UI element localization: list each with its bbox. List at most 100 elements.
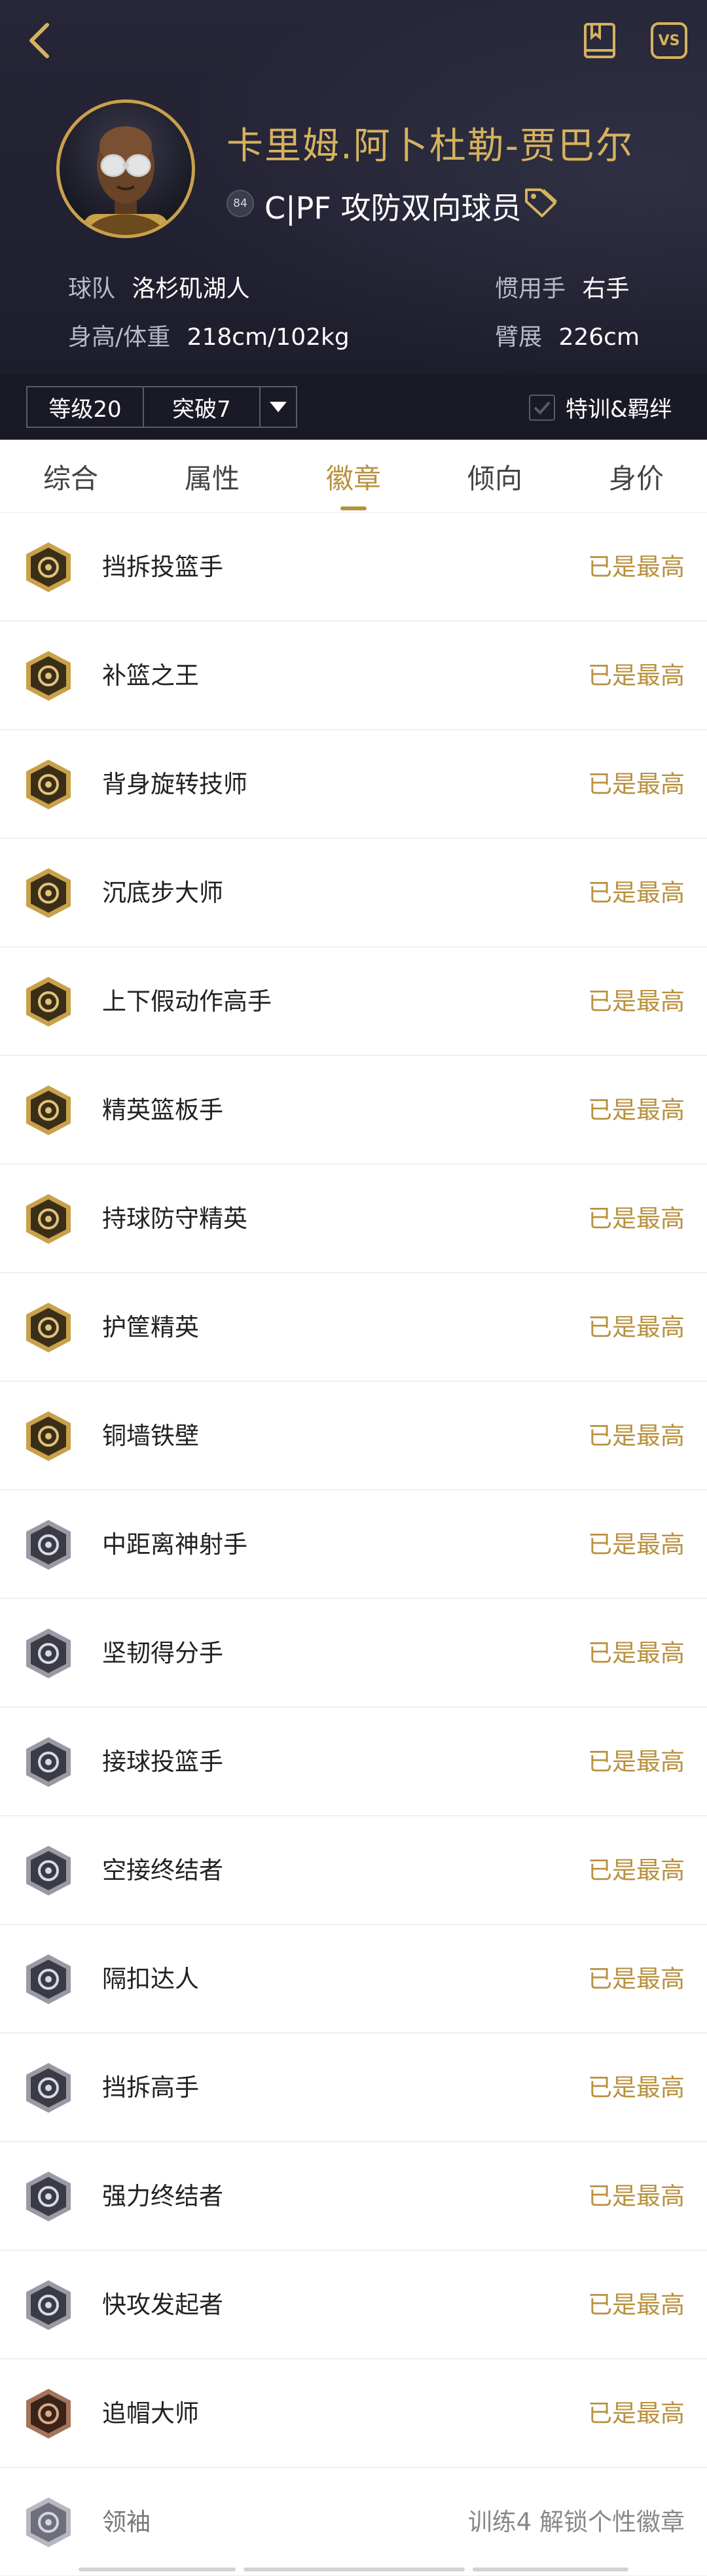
badge-name: 铜墙铁壁: [102, 1422, 199, 1450]
caret-down-icon: [270, 402, 287, 412]
badge-status: 已是最高: [588, 987, 685, 1015]
badge-row[interactable]: 中距离神射手 已是最高: [0, 1491, 707, 1599]
hand-value: 右手: [582, 275, 630, 302]
crown-icon: [22, 2496, 75, 2549]
badge-row[interactable]: 铜墙铁壁 已是最高: [0, 1382, 707, 1491]
badge-row[interactable]: 精英篮板手 已是最高: [0, 1056, 707, 1165]
tab-label: 身价: [608, 462, 664, 495]
back-button[interactable]: [18, 20, 60, 62]
player-name: 卡里姆.阿卜杜勒-贾巴尔: [227, 125, 634, 168]
badge-status: 已是最高: [588, 1639, 685, 1667]
wingspan-info: 臂展 226cm: [495, 318, 640, 352]
dunk-icon: [22, 1953, 75, 2005]
tab-value[interactable]: 身价: [566, 440, 707, 513]
player-portrait: [83, 126, 168, 235]
level-cell[interactable]: 等级20: [27, 387, 144, 427]
level-bar: 等级20 突破7 特训&羁绊: [0, 374, 707, 440]
wingspan-value: 226cm: [558, 324, 640, 351]
tab-tendencies[interactable]: 倾向: [424, 440, 566, 513]
ball-defense-icon: [22, 1193, 75, 1245]
post-spin-icon: [22, 758, 75, 811]
badge-row[interactable]: 隔扣达人 已是最高: [0, 1925, 707, 2034]
tab-overview[interactable]: 综合: [0, 440, 141, 513]
badge-status: 已是最高: [588, 1530, 685, 1559]
badge-row[interactable]: 领袖 训练4 解锁个性徽章: [0, 2468, 707, 2576]
team-info: 球队 洛杉矶湖人: [68, 270, 249, 304]
tab-label: 综合: [43, 462, 98, 495]
scroll-segment: [473, 2567, 628, 2571]
badge-name: 补篮之王: [102, 662, 199, 690]
book-button[interactable]: [579, 20, 621, 62]
badge-row[interactable]: 空接终结者 已是最高: [0, 1816, 707, 1925]
breakthrough-cell[interactable]: 突破7: [144, 387, 261, 427]
badge-row[interactable]: 追帽大师 已是最高: [0, 2359, 707, 2468]
level-dropdown-button[interactable]: [261, 387, 296, 427]
badge-name: 快攻发起者: [102, 2291, 223, 2319]
badge-status: 已是最高: [588, 1422, 685, 1450]
badge-name: 挡拆投篮手: [102, 553, 223, 581]
badge-name: 中距离神射手: [102, 1530, 247, 1559]
training-checkbox[interactable]: [529, 394, 555, 421]
badge-status: 已是最高: [588, 1205, 685, 1233]
drop-step-icon: [22, 867, 75, 919]
badge-name: 持球防守精英: [102, 1205, 247, 1233]
badge-row[interactable]: 快攻发起者 已是最高: [0, 2251, 707, 2359]
height-label: 身高/体重: [68, 324, 171, 351]
rating-badge: 84: [227, 190, 254, 217]
team-label: 球队: [68, 275, 116, 302]
badge-status: 已是最高: [588, 1096, 685, 1124]
badge-row[interactable]: 坚韧得分手 已是最高: [0, 1599, 707, 1708]
badge-status: 已是最高: [588, 553, 685, 581]
badge-row[interactable]: 强力终结者 已是最高: [0, 2142, 707, 2251]
badge-status: 已是最高: [588, 770, 685, 798]
check-icon: [534, 401, 551, 415]
badge-row[interactable]: 上下假动作高手 已是最高: [0, 947, 707, 1056]
vs-button[interactable]: VS: [648, 20, 690, 62]
badge-row[interactable]: 持球防守精英 已是最高: [0, 1165, 707, 1273]
hand-label: 惯用手: [495, 275, 566, 302]
chevron-left-icon: [29, 23, 49, 58]
badge-row[interactable]: 接球投篮手 已是最高: [0, 1708, 707, 1816]
height-info: 身高/体重 218cm/102kg: [68, 318, 350, 352]
badge-name: 追帽大师: [102, 2399, 199, 2427]
scroll-segment: [244, 2567, 465, 2571]
tab-label: 徽章: [325, 462, 381, 495]
badge-row[interactable]: 补篮之王 已是最高: [0, 622, 707, 730]
vs-label: VS: [658, 32, 680, 49]
badge-name: 隔扣达人: [102, 1965, 199, 1993]
badge-row[interactable]: 挡拆投篮手 已是最高: [0, 513, 707, 622]
tough-shot-icon: [22, 1627, 75, 1680]
badge-name: 挡拆高手: [102, 2073, 199, 2102]
badge-row[interactable]: 沉底步大师 已是最高: [0, 839, 707, 947]
badge-row[interactable]: 背身旋转技师 已是最高: [0, 730, 707, 839]
scroll-segment: [79, 2567, 236, 2571]
badge-name: 接球投篮手: [102, 1748, 223, 1776]
tag-icon[interactable]: [524, 187, 558, 220]
rebound-icon: [22, 1084, 75, 1137]
badge-status: 训练4 解锁个性徽章: [467, 2508, 685, 2536]
height-value: 218cm/102kg: [187, 324, 350, 351]
team-value: 洛杉矶湖人: [132, 275, 250, 302]
badge-row[interactable]: 护筐精英 已是最高: [0, 1273, 707, 1382]
tab-badges[interactable]: 徽章: [283, 440, 424, 513]
tab-attributes[interactable]: 属性: [141, 440, 283, 513]
pick-and-pop-icon: [22, 541, 75, 593]
badge-status: 已是最高: [588, 1965, 685, 1993]
tab-label: 属性: [184, 462, 240, 495]
badge-row[interactable]: 挡拆高手 已是最高: [0, 2034, 707, 2142]
brick-wall-icon: [22, 1410, 75, 1462]
badge-status: 已是最高: [588, 2291, 685, 2319]
midrange-icon: [22, 1519, 75, 1571]
badge-status: 已是最高: [588, 1856, 685, 1884]
badge-status: 已是最高: [588, 2073, 685, 2102]
badge-status: 已是最高: [588, 1748, 685, 1776]
badge-status: 已是最高: [588, 2182, 685, 2210]
wingspan-label: 臂展: [495, 324, 543, 351]
screener-icon: [22, 2062, 75, 2114]
badge-status: 已是最高: [588, 2399, 685, 2427]
badge-name: 领袖: [102, 2508, 151, 2536]
badge-status: 已是最高: [588, 662, 685, 690]
training-label: 特训&羁绊: [566, 397, 672, 423]
badge-status: 已是最高: [588, 879, 685, 907]
training-toggle[interactable]: 特训&羁绊: [529, 391, 672, 423]
